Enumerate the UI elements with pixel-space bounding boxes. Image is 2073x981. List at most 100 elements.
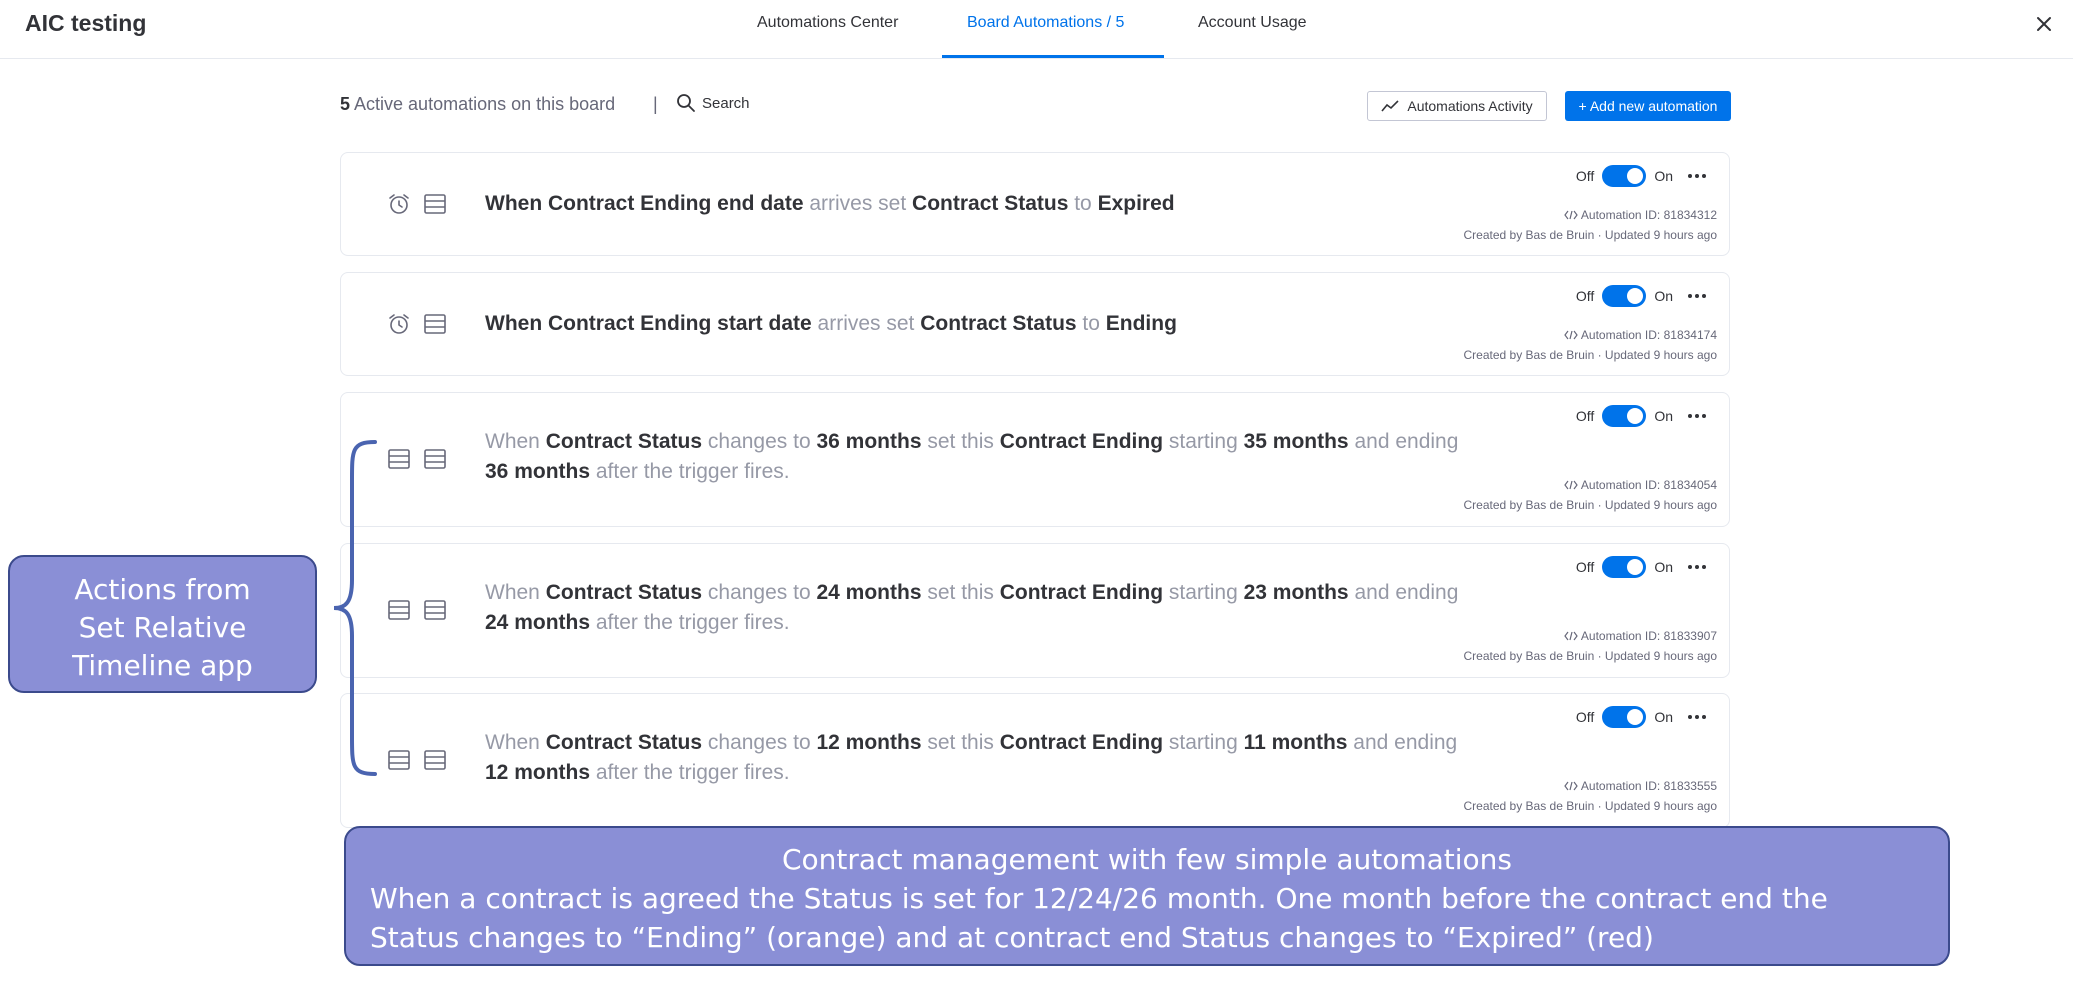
automation-card[interactable]: When Contract Ending end date arrives se… [340,152,1730,256]
alarm-clock-icon [389,314,409,334]
table-icon [388,600,410,620]
sentence-token: Contract Status [545,731,703,754]
sentence-token: When Contract Ending end date [485,192,804,215]
search-label: Search [702,94,750,112]
sentence-token: When Contract Ending start date [485,312,812,335]
automation-recipe-icons [387,192,447,216]
side-callout-line: Actions from [74,573,251,606]
toggle-on-label: On [1654,168,1673,184]
automation-card[interactable]: When Contract Ending start date arrives … [340,272,1730,376]
sentence-text: to [1076,312,1106,335]
sentence-token: Ending [1105,312,1177,335]
automation-toggle[interactable] [1602,556,1647,578]
sentence-token: 24 months [816,581,922,604]
bottom-callout-body: When a contract is agreed the Status is … [370,882,1828,954]
toggle-off-label: Off [1575,168,1595,184]
sentence-text: changes to [702,731,817,754]
more-options-icon[interactable] [1687,413,1707,419]
toggle-on-label: On [1654,559,1673,575]
automation-created-line: Created by Bas de Bruin · Updated 9 hour… [1463,348,1718,362]
toggle-off-label: Off [1575,709,1595,725]
automation-created-line: Created by Bas de Bruin · Updated 9 hour… [1463,498,1718,512]
sentence-token: Contract Status [545,430,703,453]
sentence-text: changes to [702,581,817,604]
trend-icon [1381,100,1399,112]
sentence-token: 12 months [485,761,591,784]
sentence-token: 23 months [1243,581,1349,604]
search-button[interactable]: Search [676,93,750,113]
automation-toggle[interactable] [1602,405,1647,427]
on-off-toggle-group: Off On [1576,165,1673,187]
sentence-text: and ending [1347,731,1458,754]
more-options-icon[interactable] [1687,293,1707,299]
sentence-token: 24 months [485,611,591,634]
automation-id-line: Automation ID: 81834054 [1464,475,1717,495]
automation-id-line: Automation ID: 81834312 [1464,205,1717,225]
sentence-token: Expired [1097,192,1175,215]
sentence-text: after the trigger fires. [590,460,790,483]
automation-recipe-icons [387,598,447,622]
toggle-on-label: On [1654,288,1673,304]
toggle-on-label: On [1654,408,1673,424]
close-icon[interactable] [2032,12,2056,36]
active-count: 5 [340,94,351,114]
alarm-clock-icon [389,194,409,214]
sentence-text: to [1068,192,1098,215]
more-options-icon[interactable] [1687,173,1707,179]
toggle-off-label: Off [1575,288,1595,304]
automation-id: Automation ID: 81834174 [1580,328,1717,342]
automation-card[interactable]: When Contract Status changes to 36 month… [340,392,1730,527]
automation-sentence[interactable]: When Contract Ending end date arrives se… [485,189,1175,219]
sentence-token: Contract Status [912,192,1069,215]
automation-card[interactable]: When Contract Status changes to 24 month… [340,543,1730,678]
sentence-text: and ending [1348,581,1459,604]
add-new-automation-button[interactable]: + Add new automation [1565,91,1731,121]
automation-id: Automation ID: 81834054 [1580,478,1717,492]
table-icon [424,750,446,770]
brace-annotation [333,440,377,776]
automation-recipe-icons [387,312,447,336]
bottom-callout-title: Contract management with few simple auto… [782,843,1512,876]
sentence-token: 11 months [1243,731,1348,754]
automation-sentence[interactable]: When Contract Status changes to 24 month… [485,578,1458,638]
top-header: AIC testing Automations Center Board Aut… [0,0,2073,59]
automation-toggle[interactable] [1602,285,1647,307]
active-tab-underline [942,55,1164,58]
automations-activity-button[interactable]: Automations Activity [1367,91,1547,121]
sentence-token: Contract Ending [999,430,1164,453]
toolbar-divider: | [653,94,658,114]
sentence-text: starting [1163,581,1244,604]
sentence-text: set this [921,581,1000,604]
automation-toggle[interactable] [1602,706,1647,728]
tab-automations-center[interactable]: Automations Center [757,14,898,32]
search-icon [677,94,695,112]
sentence-token: Contract Ending [999,581,1164,604]
automation-sentence[interactable]: When Contract Ending start date arrives … [485,309,1177,339]
active-count-text: Active automations on this board [350,94,616,114]
automation-toggle[interactable] [1602,165,1647,187]
automation-id-line: Automation ID: 81834174 [1464,325,1717,345]
more-options-icon[interactable] [1687,714,1707,720]
app-title: AIC testing [25,10,147,36]
more-options-icon[interactable] [1687,564,1707,570]
automation-sentence[interactable]: When Contract Status changes to 12 month… [485,728,1457,788]
sentence-text: arrives set [803,192,913,215]
active-count-label: 5 Active automations on this board [340,94,615,115]
automation-id-line: Automation ID: 81833555 [1464,776,1717,796]
sentence-text: arrives set [811,312,921,335]
on-off-toggle-group: Off On [1576,556,1673,578]
automation-id: Automation ID: 81833907 [1580,629,1717,643]
automation-created-line: Created by Bas de Bruin · Updated 9 hour… [1463,228,1718,242]
tab-account-usage[interactable]: Account Usage [1198,14,1307,32]
automation-meta: Automation ID: 81834054 Created by Bas de… [1464,475,1718,515]
automation-card[interactable]: When Contract Status changes to 12 month… [340,693,1730,828]
on-off-toggle-group: Off On [1576,706,1673,728]
sentence-token: 36 months [485,460,591,483]
sentence-text: after the trigger fires. [590,761,790,784]
toggle-off-label: Off [1575,559,1595,575]
sentence-text: after the trigger fires. [590,611,790,634]
table-icon [424,314,446,334]
tab-board-automations[interactable]: Board Automations / 5 [967,14,1124,32]
sentence-text: When [485,430,546,453]
automation-sentence[interactable]: When Contract Status changes to 36 month… [485,427,1458,487]
